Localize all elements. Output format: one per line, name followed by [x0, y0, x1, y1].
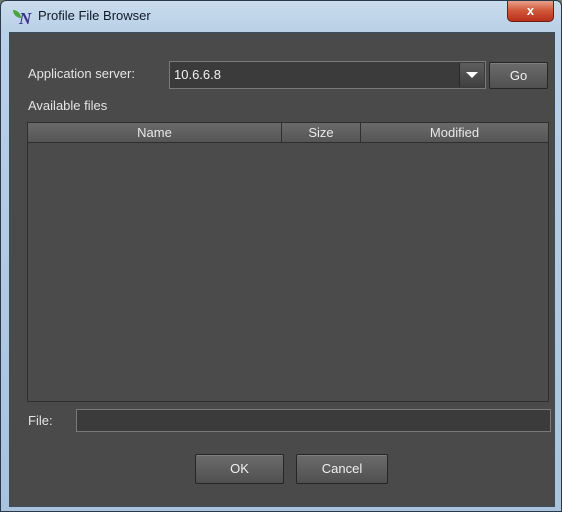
go-button[interactable]: Go — [489, 62, 548, 89]
app-logo-icon: N — [13, 9, 33, 28]
close-button[interactable]: x — [507, 1, 554, 22]
dropdown-arrow-icon[interactable] — [459, 63, 484, 87]
column-header-name[interactable]: Name — [28, 123, 282, 143]
application-server-value[interactable]: 10.6.6.8 — [174, 67, 221, 82]
ok-button[interactable]: OK — [195, 454, 284, 484]
file-label: File: — [28, 413, 53, 428]
title-bar[interactable]: N Profile File Browser x — [1, 1, 561, 31]
application-server-label: Application server: — [28, 66, 135, 81]
cancel-button[interactable]: Cancel — [296, 454, 388, 484]
column-header-size[interactable]: Size — [282, 123, 361, 143]
dialog-content: Application server: 10.6.6.8 Go Availabl… — [9, 32, 555, 507]
profile-file-browser-window: N Profile File Browser x Application ser… — [0, 0, 562, 512]
available-files-label: Available files — [28, 98, 108, 113]
files-table[interactable]: Name Size Modified — [27, 122, 549, 402]
application-server-combobox[interactable]: 10.6.6.8 — [169, 61, 486, 89]
column-header-modified[interactable]: Modified — [361, 123, 548, 143]
file-name-field[interactable] — [76, 409, 551, 432]
files-table-body[interactable] — [28, 143, 548, 401]
window-title: Profile File Browser — [38, 8, 151, 23]
